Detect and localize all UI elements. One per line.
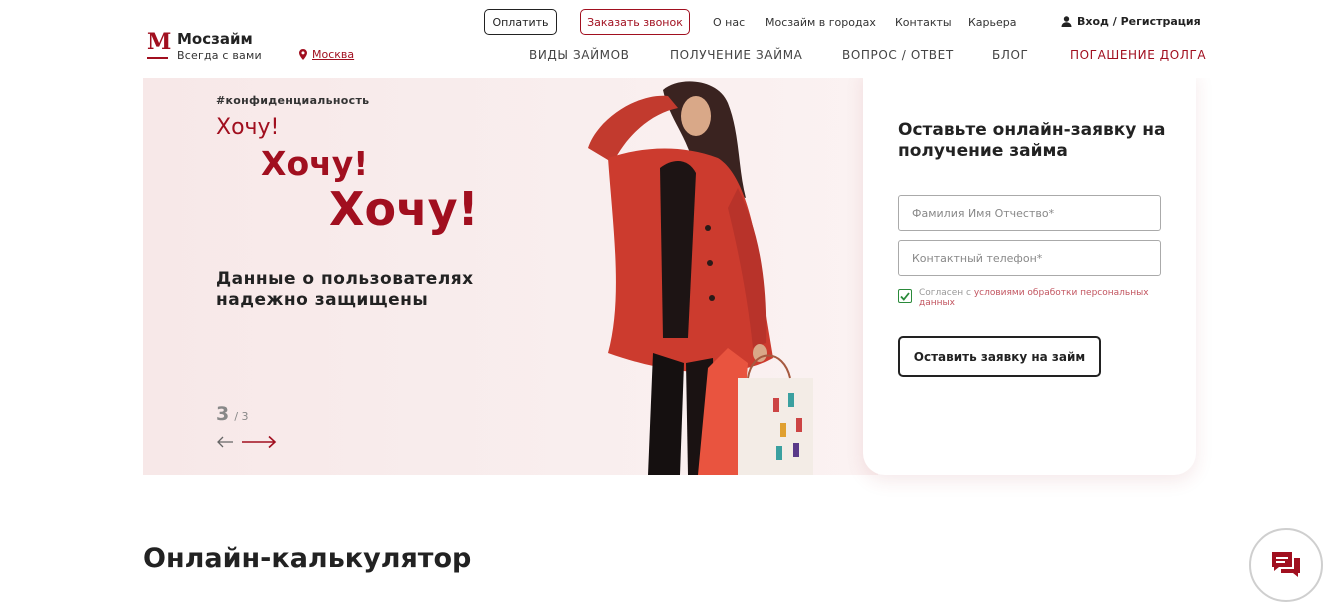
nav-link-cities[interactable]: Мосзайм в городах <box>765 16 876 29</box>
city-selector[interactable]: Москва <box>299 48 354 61</box>
nav-loan-types[interactable]: ВИДЫ ЗАЙМОВ <box>529 48 630 62</box>
nav-link-about[interactable]: О нас <box>713 16 745 29</box>
nav-faq[interactable]: ВОПРОС / ОТВЕТ <box>842 48 954 62</box>
woman-with-shopping-bags-image <box>588 81 813 475</box>
slide-counter: 3 / 3 <box>216 403 249 425</box>
chat-icon <box>1272 552 1300 577</box>
brand-tagline: Всегда с вами <box>177 49 262 62</box>
nav-link-contacts[interactable]: Контакты <box>895 16 952 29</box>
form-title: Оставьте онлайн-заявку на получение займ… <box>898 120 1166 161</box>
banner-slogan: Данные о пользователях надежно защищены <box>216 269 474 310</box>
consent-checkbox[interactable] <box>898 289 912 303</box>
nav-debt-repayment[interactable]: ПОГАШЕНИЕ ДОЛГА <box>1070 48 1206 62</box>
city-name: Москва <box>312 48 355 61</box>
nav-blog[interactable]: БЛОГ <box>992 48 1028 62</box>
nav-get-loan[interactable]: ПОЛУЧЕНИЕ ЗАЙМА <box>670 48 802 62</box>
request-call-button[interactable]: Заказать звонок <box>580 9 690 35</box>
promo-banner: #конфиденциальность Хочу! Хочу! Хочу! Да… <box>143 78 878 475</box>
logo-underline <box>147 57 168 59</box>
banner-want-medium: Хочу! <box>261 144 369 183</box>
banner-want-small: Хочу! <box>216 115 280 140</box>
logo-letter: M <box>147 29 172 55</box>
banner-want-large: Хочу! <box>329 182 479 236</box>
login-label: Вход / Регистрация <box>1077 15 1201 28</box>
nav-link-career[interactable]: Карьера <box>968 16 1017 29</box>
arrow-right-icon[interactable] <box>241 435 277 449</box>
phone-field[interactable] <box>898 240 1161 276</box>
logo-icon[interactable]: M <box>147 29 172 59</box>
pay-button[interactable]: Оплатить <box>484 9 557 35</box>
brand-name[interactable]: Мосзайм <box>177 30 253 48</box>
consent-row: Согласен с условиями обработки персональ… <box>898 288 1168 308</box>
site-header: M Мосзайм Всегда с вами Москва Оплатить … <box>0 0 1339 78</box>
slide-total: / 3 <box>234 410 249 423</box>
consent-text: Согласен с условиями обработки персональ… <box>919 288 1168 308</box>
login-link[interactable]: Вход / Регистрация <box>1061 15 1201 28</box>
calculator-heading: Онлайн-калькулятор <box>143 543 472 574</box>
location-pin-icon <box>299 49 307 60</box>
arrow-left-icon[interactable] <box>216 435 234 449</box>
user-icon <box>1061 16 1072 27</box>
chat-button[interactable] <box>1249 528 1323 602</box>
checkmark-icon <box>900 291 910 301</box>
loan-request-form: Оставьте онлайн-заявку на получение займ… <box>863 70 1196 475</box>
banner-hashtag: #конфиденциальность <box>216 94 370 107</box>
consent-prefix: Согласен с <box>919 288 974 298</box>
full-name-field[interactable] <box>898 195 1161 231</box>
submit-loan-request-button[interactable]: Оставить заявку на займ <box>898 336 1101 377</box>
slide-current: 3 <box>216 403 230 425</box>
